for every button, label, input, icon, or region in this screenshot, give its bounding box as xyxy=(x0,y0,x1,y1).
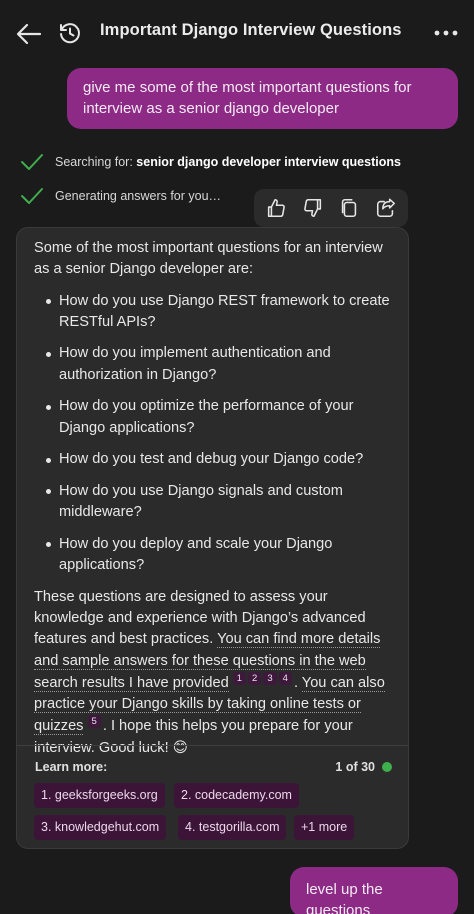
copy-button[interactable] xyxy=(336,195,362,221)
citation-4[interactable]: 4 xyxy=(278,671,292,685)
share-button[interactable] xyxy=(373,195,399,221)
list-item: How do you use Django REST framework to … xyxy=(34,291,399,334)
answer-intro: Some of the most important questions for… xyxy=(34,240,383,278)
list-item: How do you test and debug your Django co… xyxy=(34,449,399,470)
citation-5[interactable]: 5 xyxy=(87,715,101,729)
list-item: How do you deploy and scale your Django … xyxy=(34,534,399,577)
page-count-text: 1 of 30 xyxy=(335,760,375,774)
citation-1[interactable]: 1 xyxy=(232,671,247,685)
source-page-count[interactable]: 1 of 30 xyxy=(335,760,392,774)
dislike-button[interactable] xyxy=(300,195,326,221)
top-bar: Important Django Interview Questions xyxy=(0,0,474,64)
history-icon[interactable] xyxy=(57,20,83,46)
arrow-left-icon[interactable] xyxy=(16,22,42,46)
source-link-knowledgehut[interactable]: 3. knowledgehut.com xyxy=(34,815,167,840)
learn-more-label: Learn more: xyxy=(35,760,108,774)
divider xyxy=(17,745,408,746)
outro-mid: . xyxy=(293,674,302,691)
copy-icon xyxy=(342,198,357,218)
question-list: How do you use Django REST framework to … xyxy=(34,291,399,577)
source-link-testgorilla[interactable]: 4. testgorilla.com xyxy=(178,815,287,840)
status-searching-query: senior django developer interview questi… xyxy=(136,155,401,169)
like-button[interactable] xyxy=(263,195,289,221)
message-action-bar xyxy=(254,189,408,227)
more-horizontal-icon[interactable] xyxy=(434,28,458,38)
status-dot-icon xyxy=(382,762,392,772)
checkmark-icon xyxy=(21,154,43,170)
answer-card: Some of the most important questions for… xyxy=(16,227,409,849)
status-searching-prefix: Searching for: xyxy=(55,155,137,169)
answer-outro: These questions are designed to assess y… xyxy=(34,587,399,759)
status-searching: Searching for: senior django developer i… xyxy=(20,152,401,172)
status-generating-text: Generating answers for you… xyxy=(55,189,222,203)
thumbs-down-icon xyxy=(303,198,321,218)
list-item: How do you use Django signals and custom… xyxy=(34,481,399,524)
user-message: give me some of the most important quest… xyxy=(67,68,458,129)
share-icon xyxy=(376,198,395,218)
page-title: Important Django Interview Questions xyxy=(100,21,402,39)
list-item: How do you optimize the performance of y… xyxy=(34,396,399,439)
citation-2[interactable]: 2 xyxy=(248,671,262,685)
more-sources-button[interactable]: +1 more xyxy=(294,815,355,840)
user-message: level up the questions xyxy=(290,867,458,914)
answer-body: Some of the most important questions for… xyxy=(34,238,399,769)
source-link-geeksforgeeks[interactable]: 1. geeksforgeeks.org xyxy=(34,783,165,808)
source-link-codecademy[interactable]: 2. codecademy.com xyxy=(174,783,299,808)
checkmark-icon xyxy=(21,188,43,204)
status-generating: Generating answers for you… xyxy=(20,186,221,206)
list-item: How do you implement authentication and … xyxy=(34,343,399,386)
citation-3[interactable]: 3 xyxy=(263,671,277,685)
thumbs-up-icon xyxy=(268,198,286,218)
